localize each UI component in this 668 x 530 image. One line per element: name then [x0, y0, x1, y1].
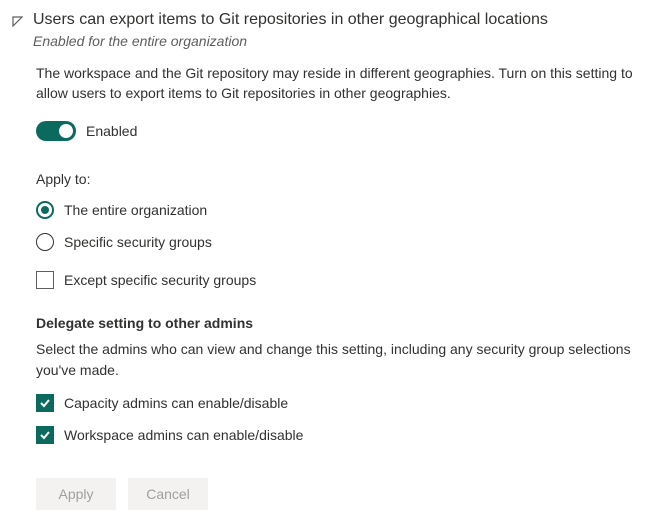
checkbox-icon: [36, 271, 54, 289]
radio-label: The entire organization: [64, 202, 207, 218]
collapse-icon[interactable]: [12, 14, 23, 30]
checkbox-capacity-admins[interactable]: Capacity admins can enable/disable: [36, 394, 648, 412]
setting-title: Users can export items to Git repositori…: [33, 10, 648, 31]
apply-button[interactable]: Apply: [36, 478, 116, 510]
checkbox-label: Except specific security groups: [64, 272, 256, 288]
enabled-toggle-label: Enabled: [86, 123, 137, 139]
checkbox-workspace-admins[interactable]: Workspace admins can enable/disable: [36, 426, 648, 444]
radio-label: Specific security groups: [64, 234, 212, 250]
radio-icon: [36, 201, 54, 219]
setting-description: The workspace and the Git repository may…: [36, 63, 648, 104]
radio-icon: [36, 233, 54, 251]
checkbox-label: Workspace admins can enable/disable: [64, 427, 303, 443]
delegate-heading: Delegate setting to other admins: [36, 315, 648, 331]
enabled-toggle[interactable]: [36, 121, 76, 141]
checkbox-icon: [36, 394, 54, 412]
radio-specific-groups[interactable]: Specific security groups: [36, 233, 648, 251]
cancel-button[interactable]: Cancel: [128, 478, 208, 510]
checkbox-icon: [36, 426, 54, 444]
radio-entire-organization[interactable]: The entire organization: [36, 201, 648, 219]
setting-subtitle: Enabled for the entire organization: [33, 33, 648, 49]
apply-to-label: Apply to:: [36, 171, 648, 187]
delegate-description: Select the admins who can view and chang…: [36, 339, 648, 380]
checkbox-label: Capacity admins can enable/disable: [64, 395, 288, 411]
checkbox-except-groups[interactable]: Except specific security groups: [36, 271, 648, 289]
